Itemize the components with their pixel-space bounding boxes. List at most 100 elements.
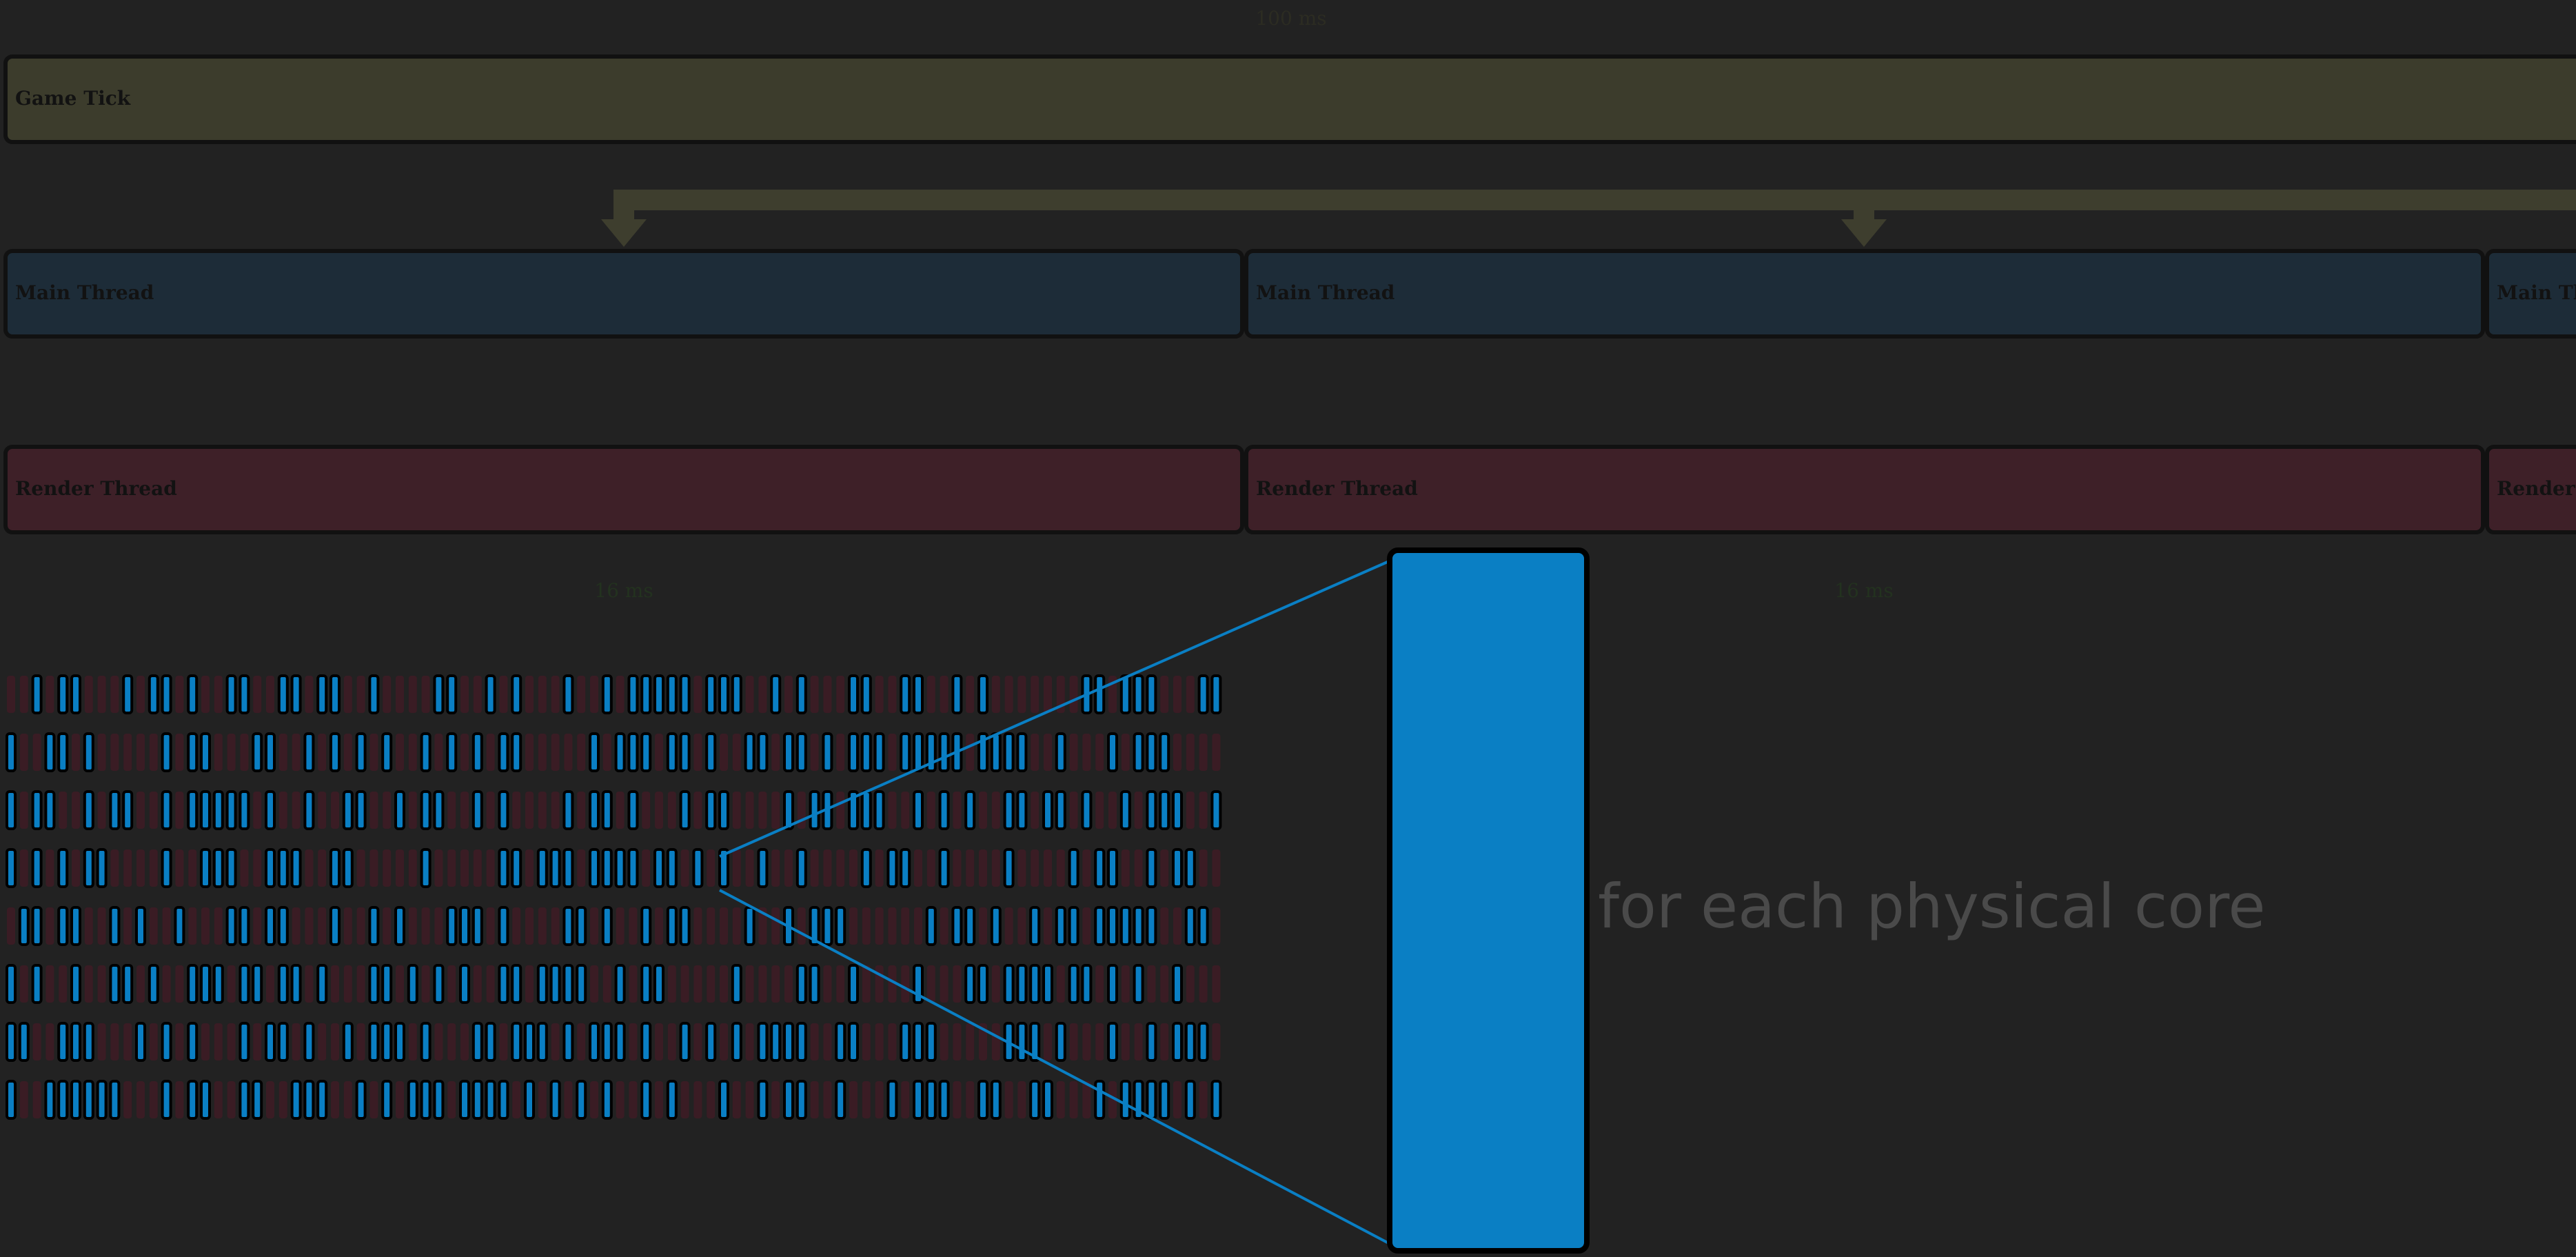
worker-job — [407, 964, 418, 1004]
worker-job — [977, 964, 988, 1004]
idle-slot — [758, 792, 767, 829]
worker-job — [640, 964, 652, 1004]
idle-slot — [447, 792, 456, 829]
worker-job — [666, 848, 678, 888]
idle-slot — [926, 965, 935, 1003]
worker-job — [860, 848, 872, 888]
idle-slot — [966, 1081, 975, 1118]
idle-slot — [1160, 849, 1169, 887]
idle-slot — [97, 907, 106, 945]
idle-slot — [331, 792, 339, 829]
idle-slot — [214, 734, 223, 771]
worker-job — [1210, 1080, 1222, 1120]
idle-slot — [707, 965, 716, 1003]
worker-job — [1107, 848, 1118, 888]
idle-slot — [188, 849, 197, 887]
idle-slot — [771, 734, 780, 771]
worker-job — [1184, 906, 1196, 946]
idle-slot — [292, 734, 301, 771]
worker-job — [187, 732, 199, 772]
worker-job — [277, 1022, 289, 1062]
worker-job — [6, 790, 17, 830]
worker-job — [329, 732, 341, 772]
worker-job — [174, 906, 185, 946]
worker-job — [252, 964, 263, 1004]
idle-slot — [823, 965, 832, 1003]
idle-slot — [214, 1081, 223, 1118]
idle-slot — [836, 965, 845, 1003]
idle-slot — [369, 1081, 378, 1118]
worker-job — [601, 674, 613, 714]
idle-slot — [266, 965, 274, 1003]
render-thread-label-1: Render Thread — [15, 477, 177, 500]
worker-job — [161, 1080, 172, 1120]
worker-job — [329, 906, 341, 946]
worker-job — [265, 732, 276, 772]
idle-slot — [110, 1023, 119, 1060]
idle-slot — [1031, 676, 1039, 713]
worker-job — [239, 674, 250, 714]
worker-job — [498, 906, 509, 946]
idle-slot — [991, 849, 1000, 887]
idle-slot — [784, 849, 793, 887]
worker-job — [1068, 964, 1079, 1004]
worker-job — [848, 1022, 859, 1062]
worker-job — [731, 1022, 742, 1062]
idle-slot — [149, 849, 158, 887]
worker-job — [757, 732, 769, 772]
worker-job — [589, 790, 600, 830]
worker-job — [938, 1080, 950, 1120]
worker-job — [1003, 848, 1015, 888]
idle-slot — [383, 676, 392, 713]
worker-job — [601, 906, 613, 946]
worker-job — [1029, 1080, 1041, 1120]
worker-job — [57, 1080, 69, 1120]
idle-slot — [253, 1023, 262, 1060]
idle-slot — [369, 734, 378, 771]
worker-job — [718, 674, 729, 714]
idle-slot — [629, 907, 638, 945]
idle-slot — [460, 792, 469, 829]
idle-slot — [214, 676, 223, 713]
idle-slot — [175, 1081, 184, 1118]
worker-job — [394, 790, 405, 830]
worker-job — [277, 964, 289, 1004]
idle-slot — [745, 849, 754, 887]
worker-job — [795, 732, 807, 772]
idle-slot — [655, 734, 663, 771]
idle-slot — [1199, 1081, 1208, 1118]
idle-slot — [473, 849, 482, 887]
idle-slot — [1004, 676, 1013, 713]
idle-slot — [551, 792, 560, 829]
idle-slot — [383, 792, 392, 829]
worker-job — [6, 732, 17, 772]
idle-slot — [356, 1023, 365, 1060]
worker-job — [1119, 1080, 1131, 1120]
idle-slot — [784, 676, 793, 713]
idle-slot — [1121, 965, 1130, 1003]
idle-slot — [577, 792, 586, 829]
idle-slot — [19, 849, 28, 887]
idle-slot — [305, 907, 314, 945]
idle-slot — [59, 965, 68, 1003]
idle-slot — [408, 849, 417, 887]
worker-job — [1068, 906, 1079, 946]
idle-slot — [1044, 849, 1052, 887]
worker-job — [1146, 1080, 1157, 1120]
idle-slot — [383, 849, 392, 887]
worker-job — [433, 964, 445, 1004]
idle-slot — [369, 792, 378, 829]
worker-job — [1197, 674, 1209, 714]
worker-job — [1016, 790, 1028, 830]
idle-slot — [396, 734, 404, 771]
worker-job — [161, 674, 172, 714]
worker-job — [576, 964, 587, 1004]
idle-slot — [7, 676, 15, 713]
worker-job — [524, 1022, 535, 1062]
idle-slot — [875, 676, 884, 713]
worker-job — [342, 848, 354, 888]
idle-slot — [123, 1081, 132, 1118]
worker-job — [1055, 1022, 1066, 1062]
worker-job — [627, 848, 639, 888]
frame-duration-label-2: 16 ms — [1834, 579, 1893, 602]
